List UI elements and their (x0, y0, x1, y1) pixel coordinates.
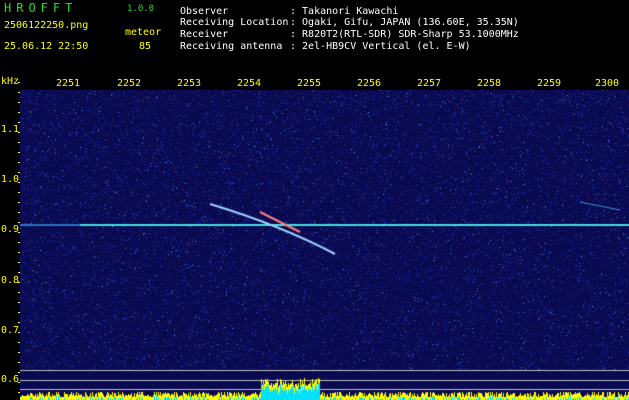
axis-tick-mark (18, 182, 20, 183)
observer-value: : Takanori Kawachi (290, 6, 399, 17)
axis-tick-mark (18, 392, 20, 393)
axis-tick-mark (18, 192, 20, 193)
axis-tick-mark (18, 82, 20, 83)
axis-tick-mark (18, 212, 20, 213)
time-tick-label: 2252 (117, 78, 142, 89)
detection-mode: meteor (125, 27, 162, 38)
axis-tick-mark (18, 202, 20, 203)
frequency-unit: kHz (1, 76, 20, 87)
time-tick-label: 2259 (537, 78, 562, 89)
time-tick-label: 2300 (595, 78, 620, 89)
time-tick-label: 2251 (56, 78, 81, 89)
frequency-tick-label: 0.6 (1, 374, 20, 385)
axis-tick-mark (18, 172, 20, 173)
antenna-label: Receiving antenna (180, 41, 283, 52)
time-tick-label: 2253 (177, 78, 202, 89)
time-tick-label: 2257 (417, 78, 442, 89)
frequency-tick-label: 0.7 (1, 325, 20, 336)
time-tick-label: 2256 (357, 78, 382, 89)
axis-tick-mark (18, 122, 20, 123)
axis-tick-mark (18, 332, 20, 333)
axis-tick-mark (18, 362, 20, 363)
file-name: 2506122250.png (4, 20, 89, 31)
frequency-tick-label: 1.0 (1, 174, 20, 185)
frequency-tick-label: 1.1 (1, 124, 20, 135)
axis-tick-mark (18, 92, 20, 93)
axis-tick-mark (18, 292, 20, 293)
axis-tick-mark (18, 232, 20, 233)
axis-tick-mark (18, 342, 20, 343)
app-logo: HROFFT (4, 1, 78, 15)
axis-tick-mark (18, 102, 20, 103)
antenna-value: : 2el-HB9CV Vertical (el. E-W) (290, 41, 471, 52)
axis-tick-mark (18, 142, 20, 143)
spectrogram-window: { "header": { "logo": "HROFFT", "version… (0, 0, 629, 400)
axis-tick-mark (18, 112, 20, 113)
frequency-tick-label: 0.9 (1, 224, 20, 235)
axis-tick-mark (18, 252, 20, 253)
axis-tick-mark (18, 382, 20, 383)
axis-tick-mark (18, 152, 20, 153)
time-tick-label: 2255 (297, 78, 322, 89)
app-version: 1.0.0 (127, 4, 155, 14)
meteor-count: 85 (139, 41, 152, 52)
location-label: Receiving Location (180, 17, 289, 28)
time-tick-label: 2258 (477, 78, 502, 89)
axis-tick-mark (18, 222, 20, 223)
timestamp: 25.06.12 22:50 (4, 41, 89, 52)
receiver-label: Receiver (180, 29, 229, 40)
frequency-tick-label: 0.8 (1, 275, 20, 286)
spectrogram-canvas (20, 90, 629, 400)
axis-tick-mark (18, 372, 20, 373)
receiver-value: : R820T2(RTL-SDR) SDR-Sharp 53.1000MHz (290, 29, 519, 40)
time-axis: 2251 2252 2253 2254 2255 2256 2257 2258 2259 2300 (0, 78, 629, 90)
axis-tick-mark (18, 132, 20, 133)
axis-tick-mark (18, 272, 20, 273)
axis-tick-mark (18, 312, 20, 313)
axis-tick-mark (18, 352, 20, 353)
axis-tick-mark (18, 242, 20, 243)
axis-tick-mark (18, 162, 20, 163)
axis-tick-mark (18, 302, 20, 303)
location-value: : Ogaki, Gifu, JAPAN (136.60E, 35.35N) (290, 17, 519, 28)
axis-tick-mark (18, 262, 20, 263)
time-tick-label: 2254 (237, 78, 262, 89)
observer-label: Observer (180, 6, 229, 17)
axis-tick-mark (18, 282, 20, 283)
axis-tick-mark (18, 322, 20, 323)
